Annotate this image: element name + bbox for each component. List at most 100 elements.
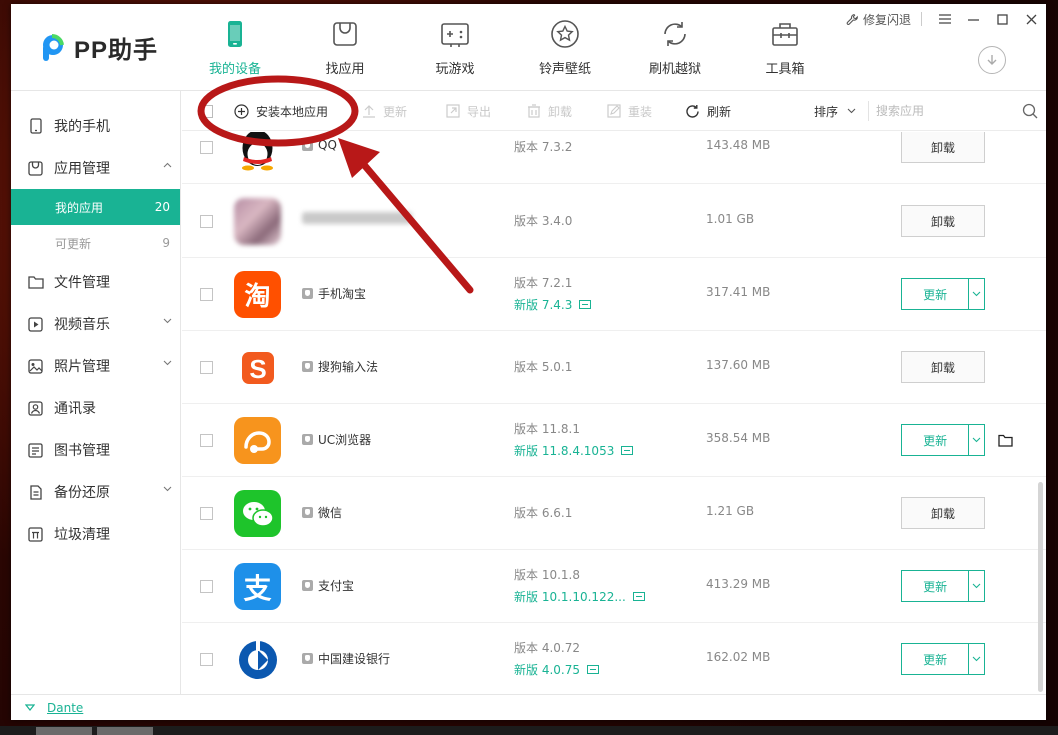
update-button[interactable]: 更新	[901, 643, 985, 675]
app-name-text: 手机淘宝	[318, 287, 367, 301]
app-row-alipay[interactable]: 支 支付宝 版本 10.1.8 新版 10.1.10.122... 413.29…	[182, 550, 1046, 623]
update-dropdown[interactable]	[968, 644, 984, 674]
release-notes-icon[interactable]	[621, 446, 634, 455]
uninstall-button[interactable]: 卸载	[901, 205, 985, 237]
sidebar-sub-updatable[interactable]: 可更新 9	[11, 225, 180, 261]
row-checkbox[interactable]	[200, 434, 213, 447]
release-notes-icon[interactable]	[586, 665, 599, 674]
sidebar-item-video-music[interactable]: 视频音乐	[11, 303, 180, 345]
uninstall-button[interactable]: 卸载	[901, 351, 985, 383]
app-version: 版本 11.8.1	[514, 422, 580, 436]
sidebar-item-app-management[interactable]: 应用管理	[11, 147, 180, 189]
nav-ringtones-wallpapers[interactable]: 铃声壁纸	[510, 18, 620, 77]
release-notes-icon[interactable]	[579, 300, 592, 309]
row-checkbox[interactable]	[200, 141, 213, 154]
nav-find-apps[interactable]: 找应用	[290, 18, 400, 77]
update-dropdown[interactable]	[968, 571, 984, 601]
select-all-checkbox[interactable]	[200, 105, 213, 118]
qq-penguin-icon	[242, 132, 273, 171]
row-checkbox[interactable]	[200, 361, 213, 374]
uninstall-button[interactable]: 卸载	[527, 91, 572, 131]
update-button[interactable]: 更新	[362, 91, 407, 131]
app-version: 版本 5.0.1	[514, 360, 573, 374]
export-icon	[446, 104, 460, 118]
search-icon[interactable]	[1022, 103, 1038, 119]
app-logo: PP助手	[38, 30, 158, 65]
scrollbar[interactable]	[1038, 482, 1043, 692]
sidebar-item-contacts[interactable]: 通讯录	[11, 387, 180, 429]
app-row-qq[interactable]: QQ 版本 7.3.2 143.48 MB 卸载	[182, 132, 1046, 184]
taskbar-item[interactable]	[97, 727, 153, 735]
app-row-wechat[interactable]: 微信 版本 6.6.1 1.21 GB 卸载	[182, 477, 1046, 550]
nav-label: 我的设备	[208, 62, 261, 77]
chevron-down-icon[interactable]	[163, 360, 172, 366]
footer: Dante	[11, 694, 1046, 720]
sidebar-item-junk-cleanup[interactable]: 垃圾清理	[11, 513, 180, 555]
nav-my-device[interactable]: 我的设备	[180, 18, 290, 77]
download-manager-button[interactable]	[978, 46, 1006, 74]
chevron-down-icon[interactable]	[163, 486, 172, 492]
sidebar-item-my-phone[interactable]: 我的手机	[11, 105, 180, 147]
sidebar-item-file-management[interactable]: 文件管理	[11, 261, 180, 303]
app-row-taobao[interactable]: 淘 手机淘宝 版本 7.2.1 新版 7.4.3 317.41 MB 更新	[182, 258, 1046, 331]
nav-games[interactable]: 玩游戏	[400, 18, 510, 77]
app-row-ccb[interactable]: 中国建设银行 版本 4.0.72 新版 4.0.75 162.02 MB 更新	[182, 623, 1046, 694]
search-input[interactable]	[876, 99, 1046, 123]
app-row-uc-browser[interactable]: UC浏览器 版本 11.8.1 新版 11.8.4.1053 358.54 MB…	[182, 404, 1046, 477]
row-checkbox[interactable]	[200, 215, 213, 228]
install-local-app-button[interactable]: 安装本地应用	[234, 91, 328, 131]
reinstall-button[interactable]: 重装	[607, 91, 652, 131]
update-dropdown[interactable]	[968, 279, 984, 309]
chevron-up-icon[interactable]	[163, 162, 172, 168]
nav-toolbox[interactable]: 工具箱	[730, 18, 840, 77]
chevron-down-icon	[972, 437, 981, 443]
backup-icon	[27, 484, 44, 501]
sidebar-item-photo-management[interactable]: 照片管理	[11, 345, 180, 387]
update-button[interactable]: 更新	[901, 424, 985, 456]
uninstall-button[interactable]: 卸载	[901, 132, 985, 163]
minimize-button[interactable]	[959, 7, 988, 31]
row-checkbox[interactable]	[200, 288, 213, 301]
update-button[interactable]: 更新	[901, 278, 985, 310]
refresh-icon	[686, 104, 699, 118]
repair-crash-button[interactable]: 修复闪退	[846, 11, 911, 28]
uninstall-label: 卸载	[548, 104, 573, 119]
close-button[interactable]	[1017, 7, 1046, 31]
header: PP助手 我的设备 找应用 玩游戏 铃声壁纸 刷机越狱 工具箱 修复闪退	[11, 4, 1046, 91]
sidebar-sub-my-apps[interactable]: 我的应用 20	[11, 189, 180, 225]
app-row-sogou[interactable]: S 搜狗输入法 版本 5.0.1 137.60 MB 卸载	[182, 331, 1046, 404]
alipay-icon: 支	[234, 563, 281, 610]
refresh-button[interactable]: 刷新	[685, 91, 731, 131]
sort-dropdown[interactable]: 排序	[814, 91, 856, 131]
nav-flash-jailbreak[interactable]: 刷机越狱	[620, 18, 730, 77]
apple-icon	[302, 580, 313, 591]
uninstall-button[interactable]: 卸载	[901, 497, 985, 529]
maximize-button[interactable]	[988, 7, 1017, 31]
app-version: 版本 10.1.8	[514, 568, 580, 582]
phone-icon	[228, 21, 242, 47]
row-checkbox[interactable]	[200, 507, 213, 520]
export-button[interactable]: 导出	[446, 91, 491, 131]
new-version[interactable]: 新版 4.0.75	[514, 661, 599, 678]
new-version[interactable]: 新版 7.4.3	[514, 296, 592, 313]
sidebar-item-book-management[interactable]: 图书管理	[11, 429, 180, 471]
new-version[interactable]: 新版 11.8.4.1053	[514, 442, 634, 459]
update-button[interactable]: 更新	[901, 570, 985, 602]
menu-button[interactable]	[930, 7, 959, 31]
folder-icon[interactable]	[998, 434, 1013, 447]
new-version[interactable]: 新版 10.1.10.122...	[514, 588, 645, 605]
release-notes-icon[interactable]	[632, 592, 645, 601]
folder-icon	[27, 274, 44, 291]
chevron-down-icon[interactable]	[163, 318, 172, 324]
update-dropdown[interactable]	[968, 425, 984, 455]
app-size: 143.48 MB	[706, 138, 771, 152]
app-row-blurred[interactable]: 版本 3.4.0 1.01 GB 卸载	[182, 185, 1046, 258]
row-checkbox[interactable]	[200, 580, 213, 593]
sidebar-item-backup-restore[interactable]: 备份还原	[11, 471, 180, 513]
taskbar-item[interactable]	[36, 727, 92, 735]
triangle-down-icon[interactable]	[25, 704, 35, 711]
app-name-text: UC浏览器	[318, 433, 372, 447]
row-checkbox[interactable]	[200, 653, 213, 666]
user-link[interactable]: Dante	[47, 701, 83, 715]
blurred-app-icon	[234, 198, 281, 245]
